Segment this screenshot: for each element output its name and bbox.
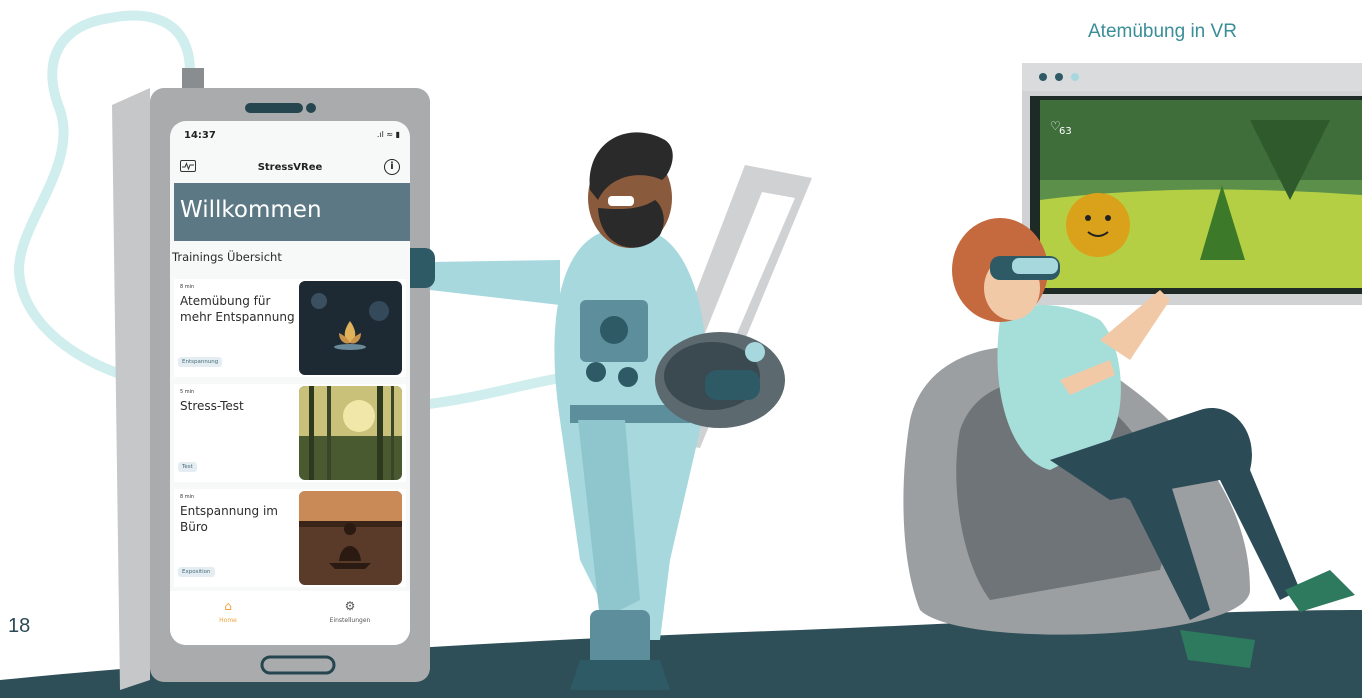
tab-bar: ⌂ Home ⚙ Einstellungen (170, 591, 410, 645)
training-title: Entspannung im Büro (180, 504, 278, 534)
gear-icon: ⚙ (344, 599, 356, 613)
training-tag: Exposition (178, 567, 215, 577)
training-title: Atemübung für mehr Entspannung (180, 294, 295, 324)
tab-home[interactable]: ⌂ Home (198, 599, 258, 624)
training-tag: Entspannung (178, 357, 223, 367)
vr-heading: Atemübung in VR (1088, 21, 1237, 42)
heart-rate-value: 63 (1059, 126, 1072, 137)
status-icons: .ıl ≈ ▮ (376, 130, 400, 139)
welcome-text: Willkommen (180, 197, 322, 223)
astronaut (370, 132, 785, 690)
home-icon: ⌂ (224, 599, 232, 613)
app-bar: StressVRee i (170, 153, 410, 179)
phone-screen: 14:37 .ıl ≈ ▮ StressVRee i Willkommen Tr… (170, 121, 410, 645)
vr-window (1022, 63, 1362, 305)
tab-home-label: Home (219, 617, 237, 624)
training-duration: 5 min (180, 389, 195, 395)
training-duration: 8 min (180, 494, 195, 500)
status-bar: 14:37 .ıl ≈ ▮ (170, 121, 410, 151)
tab-settings[interactable]: ⚙ Einstellungen (320, 599, 380, 624)
section-title: Trainings Übersicht (172, 250, 282, 264)
page-number: 18 (8, 615, 31, 637)
info-icon[interactable]: i (384, 159, 400, 175)
welcome-banner: Willkommen (174, 183, 410, 241)
training-title: Stress-Test (180, 399, 244, 413)
status-time: 14:37 (184, 130, 216, 141)
lotus-thumbnail (299, 281, 402, 375)
tab-settings-label: Einstellungen (329, 617, 371, 624)
training-duration: 8 min (180, 284, 195, 290)
meditation-thumbnail (299, 491, 402, 585)
training-card[interactable]: 8 min Atemübung für mehr Entspannung Ent… (174, 279, 406, 377)
training-tag: Test (178, 462, 197, 472)
training-card[interactable]: 5 min Stress-Test Test (174, 384, 406, 482)
training-card[interactable]: 8 min Entspannung im Büro Exposition (174, 489, 406, 587)
app-title: StressVRee (257, 162, 323, 173)
forest-thumbnail (299, 386, 402, 480)
